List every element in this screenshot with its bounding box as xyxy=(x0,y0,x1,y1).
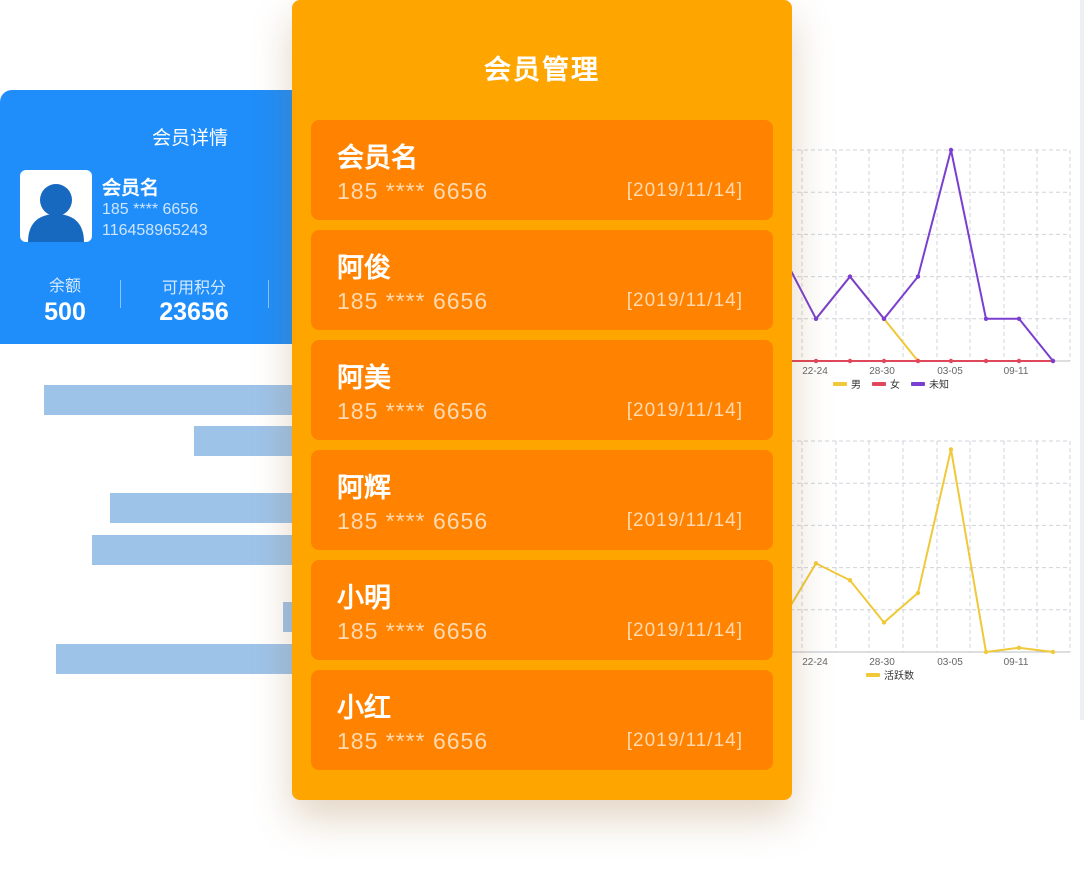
member-item-date: [2019/11/14] xyxy=(626,180,743,201)
data-point xyxy=(915,358,921,364)
member-item-date: [2019/11/14] xyxy=(626,290,743,311)
data-point xyxy=(983,358,989,364)
member-list-item[interactable]: 小红 185 **** 6656 [2019/11/14] xyxy=(311,670,773,770)
x-tick-label: 28-30 xyxy=(869,366,895,377)
member-list-item[interactable]: 阿美 185 **** 6656 [2019/11/14] xyxy=(311,340,773,440)
data-point xyxy=(813,316,819,321)
legend-swatch xyxy=(872,382,886,386)
member-item-name: 阿美 xyxy=(337,363,391,393)
member-item-date: [2019/11/14] xyxy=(626,510,743,531)
legend-swatch xyxy=(911,382,925,386)
member-item-date: [2019/11/14] xyxy=(626,730,743,751)
data-point xyxy=(847,274,853,279)
data-point xyxy=(948,447,954,452)
data-point xyxy=(1016,645,1022,650)
member-item-phone: 185 **** 6656 xyxy=(337,398,489,424)
x-tick-label: 09-11 xyxy=(1004,366,1029,377)
member-item-name: 阿辉 xyxy=(337,473,391,503)
data-point xyxy=(847,578,853,583)
active-line-chart: 22-24 28-30 03-05 09-11 活跃数 xyxy=(780,440,1071,682)
data-point xyxy=(915,274,921,279)
member-item-name: 会员名 xyxy=(337,143,418,173)
data-point xyxy=(881,316,887,321)
member-list-item[interactable]: 阿辉 185 **** 6656 [2019/11/14] xyxy=(311,450,773,550)
data-point xyxy=(1016,316,1022,321)
x-tick-label: 09-11 xyxy=(1004,657,1029,668)
data-point xyxy=(983,316,989,321)
x-tick-label: 03-05 xyxy=(937,366,963,377)
series-line xyxy=(782,449,1054,654)
data-point xyxy=(1050,649,1056,655)
member-list-item[interactable]: 阿俊 185 **** 6656 [2019/11/14] xyxy=(311,230,773,330)
data-point xyxy=(948,358,954,364)
member-item-date: [2019/11/14] xyxy=(626,620,743,641)
data-point xyxy=(948,147,954,153)
gender-line-chart: 22-24 28-30 03-05 09-11 男 女 未知 xyxy=(780,147,1071,391)
member-item-date: [2019/11/14] xyxy=(626,400,743,421)
data-point xyxy=(813,561,819,566)
series-line xyxy=(782,149,1054,362)
legend-label: 活跃数 xyxy=(884,669,914,682)
x-tick-label: 28-30 xyxy=(869,657,895,668)
x-tick-label: 22-24 xyxy=(802,657,828,668)
member-item-phone: 185 **** 6656 xyxy=(337,288,489,314)
member-item-phone: 185 **** 6656 xyxy=(337,618,489,644)
member-item-phone: 185 **** 6656 xyxy=(337,178,489,204)
data-point xyxy=(1050,358,1056,364)
legend-swatch xyxy=(833,382,847,386)
data-point xyxy=(881,358,887,364)
data-point xyxy=(847,358,853,364)
member-item-phone: 185 **** 6656 xyxy=(337,508,489,534)
member-item-name: 小明 xyxy=(337,583,391,613)
data-point xyxy=(983,649,989,655)
legend-label: 女 xyxy=(890,378,900,391)
data-point xyxy=(881,620,887,625)
x-tick-label: 03-05 xyxy=(937,657,963,668)
data-point xyxy=(813,358,819,364)
panel-title: 会员管理 xyxy=(484,55,600,85)
data-point xyxy=(1016,358,1022,364)
legend-label: 未知 xyxy=(929,378,949,391)
data-point xyxy=(915,590,921,596)
legend-label: 男 xyxy=(851,379,861,391)
member-item-phone: 185 **** 6656 xyxy=(337,728,489,754)
legend-swatch xyxy=(866,673,880,677)
x-tick-label: 22-24 xyxy=(802,366,828,377)
member-item-name: 小红 xyxy=(337,693,391,723)
member-list-item[interactable]: 会员名 185 **** 6656 [2019/11/14] xyxy=(311,120,773,220)
member-item-name: 阿俊 xyxy=(337,253,391,283)
member-management-panel: 会员管理 会员名 185 **** 6656 [2019/11/14] 阿俊 1… xyxy=(292,0,792,800)
member-list-item[interactable]: 小明 185 **** 6656 [2019/11/14] xyxy=(311,560,773,660)
